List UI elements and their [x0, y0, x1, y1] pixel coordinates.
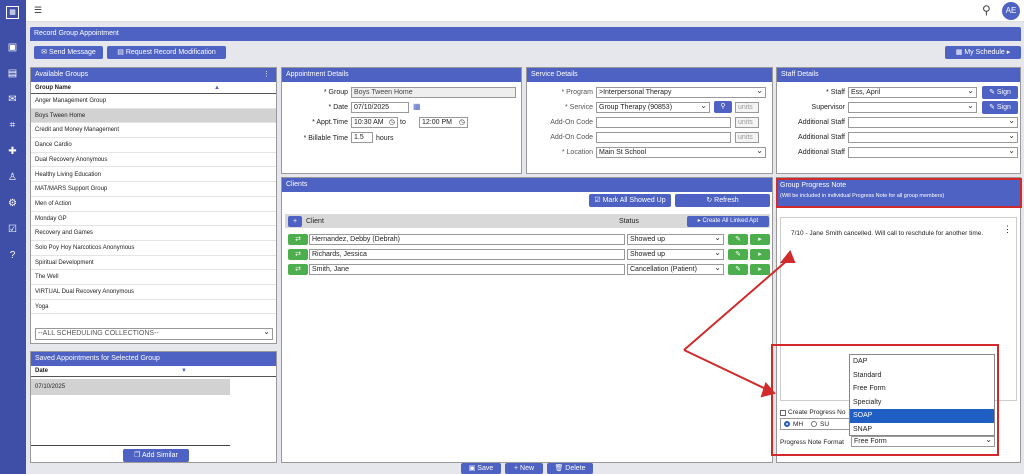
annotation-arrow-up	[683, 257, 791, 351]
annotation-arrow-down	[683, 349, 769, 391]
save-icon: ▣	[468, 465, 478, 472]
new-button[interactable]: + New	[505, 463, 543, 474]
arrowhead-up	[779, 250, 796, 263]
arrowhead-down	[760, 382, 776, 398]
delete-button[interactable]: 🗑 Delete	[547, 463, 593, 474]
trash-icon: 🗑	[554, 465, 566, 472]
annotation-arrows	[683, 250, 796, 398]
save-button[interactable]: ▣ Save	[461, 463, 501, 474]
